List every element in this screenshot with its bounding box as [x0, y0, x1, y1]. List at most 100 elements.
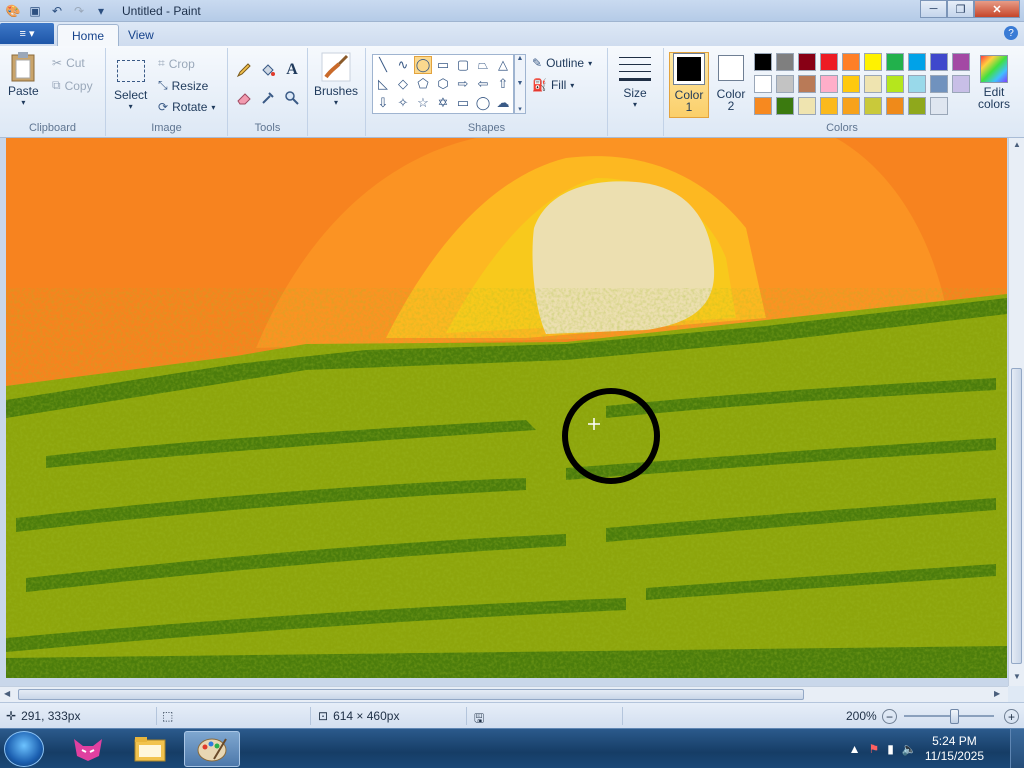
scroll-left-arrow-icon[interactable]: ◀ — [4, 689, 10, 698]
taskbar-paint[interactable] — [184, 731, 240, 767]
outline-button[interactable]: ✎ Outline ▾ — [532, 56, 592, 70]
expand-icon[interactable]: ▾ — [518, 105, 522, 113]
cut-button[interactable]: ✂ Cut — [52, 56, 85, 70]
color-swatch[interactable] — [776, 97, 794, 115]
zoom-out-button[interactable]: − — [882, 709, 897, 724]
color-swatch[interactable] — [820, 53, 838, 71]
redo-icon[interactable]: ↷ — [70, 2, 88, 20]
paint-app-icon[interactable]: 🎨 — [4, 2, 22, 20]
hexagon-shape-icon[interactable]: ⬡ — [434, 75, 452, 93]
diamond-shape-icon[interactable]: ◇ — [394, 75, 412, 93]
scroll-up-icon[interactable]: ▲ — [517, 55, 524, 62]
paste-button[interactable]: Paste ▾ — [8, 52, 39, 107]
color-swatch[interactable] — [776, 75, 794, 93]
color-swatch[interactable] — [842, 97, 860, 115]
save-icon[interactable]: ▣ — [26, 2, 44, 20]
crop-button[interactable]: ⌗ Crop — [158, 56, 195, 71]
size-button[interactable]: Size ▾ — [618, 54, 652, 109]
oval-shape-icon[interactable]: ◯ — [414, 56, 432, 74]
copy-button[interactable]: ⧉ Copy — [52, 78, 93, 93]
left-arrow-shape-icon[interactable]: ⇦ — [474, 75, 492, 93]
callout-cloud-shape-icon[interactable]: ☁ — [494, 94, 512, 112]
app-menu-button[interactable]: ≡ ▾ — [0, 23, 54, 44]
color-swatch[interactable] — [798, 97, 816, 115]
color-swatch[interactable] — [820, 75, 838, 93]
scroll-right-arrow-icon[interactable]: ▶ — [994, 689, 1000, 698]
start-button[interactable] — [4, 731, 44, 767]
down-arrow-shape-icon[interactable]: ⇩ — [374, 94, 392, 112]
shapes-scroll[interactable]: ▲ ▼ ▾ — [514, 54, 526, 114]
rounded-rectangle-shape-icon[interactable]: ▢ — [454, 56, 472, 74]
color-swatch[interactable] — [754, 97, 772, 115]
maximize-button[interactable]: ❐ — [947, 0, 974, 18]
curve-shape-icon[interactable]: ∿ — [394, 56, 412, 74]
color2-button[interactable]: Color 2 — [711, 52, 751, 118]
rotate-button[interactable]: ⟳ Rotate ▾ — [158, 100, 215, 114]
up-arrow-shape-icon[interactable]: ⇧ — [494, 75, 512, 93]
color-swatch[interactable] — [798, 53, 816, 71]
zoom-slider-track[interactable] — [904, 715, 994, 717]
color-swatch[interactable] — [952, 53, 970, 71]
color-swatch[interactable] — [842, 53, 860, 71]
color-swatch[interactable] — [886, 97, 904, 115]
undo-icon[interactable]: ↶ — [48, 2, 66, 20]
color-swatch[interactable] — [776, 53, 794, 71]
volume-muted-icon[interactable]: 🔈 — [902, 742, 917, 756]
four-point-star-shape-icon[interactable]: ✧ — [394, 94, 412, 112]
eraser-icon[interactable] — [234, 88, 254, 108]
taskbar-explorer[interactable] — [122, 731, 178, 767]
zoom-slider-thumb[interactable] — [950, 709, 959, 724]
five-point-star-shape-icon[interactable]: ☆ — [414, 94, 432, 112]
show-desktop-button[interactable] — [1010, 729, 1024, 768]
fill-icon[interactable] — [258, 60, 278, 80]
tab-home[interactable]: Home — [57, 24, 120, 46]
color-swatch[interactable] — [930, 97, 948, 115]
scroll-up-arrow-icon[interactable]: ▲ — [1013, 140, 1021, 149]
triangle-shape-icon[interactable]: △ — [494, 56, 512, 74]
pentagon-shape-icon[interactable]: ⬠ — [414, 75, 432, 93]
scroll-down-arrow-icon[interactable]: ▼ — [1013, 672, 1021, 681]
horizontal-scroll-thumb[interactable] — [18, 689, 804, 700]
polygon-shape-icon[interactable]: ⏢ — [474, 56, 492, 74]
action-center-icon[interactable]: ⚑ — [869, 742, 880, 756]
edit-colors-button[interactable]: Edit colors — [972, 54, 1016, 110]
resize-button[interactable]: ⤡ Resize — [158, 78, 208, 93]
color-swatch[interactable] — [842, 75, 860, 93]
callout-oval-shape-icon[interactable]: ◯ — [474, 94, 492, 112]
help-icon[interactable]: ? — [1004, 26, 1018, 40]
tab-view[interactable]: View — [114, 24, 168, 46]
magnifier-icon[interactable] — [282, 88, 302, 108]
color-swatch[interactable] — [754, 53, 772, 71]
pencil-icon[interactable] — [234, 60, 254, 80]
fill-button[interactable]: ⛽ Fill ▾ — [532, 78, 574, 92]
rectangle-shape-icon[interactable]: ▭ — [434, 56, 452, 74]
color-swatch[interactable] — [864, 75, 882, 93]
horizontal-scrollbar[interactable]: ◀ ▶ — [0, 686, 1008, 702]
color-swatch[interactable] — [886, 53, 904, 71]
color-swatch[interactable] — [908, 75, 926, 93]
network-icon[interactable]: ▮ — [887, 742, 894, 756]
vertical-scrollbar[interactable]: ▲ ▼ — [1008, 138, 1024, 686]
vertical-scroll-thumb[interactable] — [1011, 368, 1022, 664]
color-swatch[interactable] — [908, 53, 926, 71]
color-swatch[interactable] — [930, 75, 948, 93]
clock[interactable]: 5:24 PM 11/15/2025 — [925, 734, 984, 764]
color-swatch[interactable] — [798, 75, 816, 93]
drawing-canvas[interactable] — [6, 138, 1007, 678]
scroll-down-icon[interactable]: ▼ — [517, 80, 524, 87]
color-picker-icon[interactable] — [258, 88, 278, 108]
text-icon[interactable]: A — [282, 60, 302, 80]
color1-button[interactable]: Color 1 — [669, 52, 709, 118]
select-button[interactable]: Select ▾ — [114, 56, 147, 111]
color-swatch[interactable] — [908, 97, 926, 115]
color-swatch[interactable] — [952, 75, 970, 93]
callout-rect-shape-icon[interactable]: ▭ — [454, 94, 472, 112]
brushes-button[interactable]: Brushes ▾ — [314, 52, 358, 107]
color-swatch[interactable] — [820, 97, 838, 115]
zoom-in-button[interactable]: + — [1004, 709, 1019, 724]
color-swatch[interactable] — [930, 53, 948, 71]
six-point-star-shape-icon[interactable]: ✡ — [434, 94, 452, 112]
tray-expand-icon[interactable]: ▲ — [849, 742, 861, 756]
line-shape-icon[interactable]: ╲ — [374, 56, 392, 74]
color-swatch[interactable] — [754, 75, 772, 93]
